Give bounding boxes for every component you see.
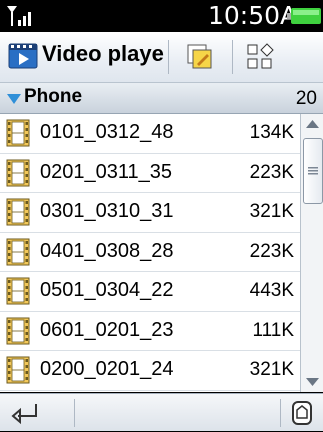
file-size: 223K <box>249 161 294 183</box>
video-file-icon <box>6 119 30 147</box>
file-size: 134K <box>249 122 294 143</box>
file-row[interactable]: 0101_0312_48 134K <box>0 114 300 154</box>
toolbar-divider <box>168 40 169 74</box>
grid-menu-icon <box>247 43 274 69</box>
file-row[interactable]: 0201_0311_35 223K <box>0 154 300 193</box>
scroll-up-icon[interactable] <box>301 114 323 136</box>
video-file-icon <box>6 356 30 384</box>
home-icon <box>292 401 312 425</box>
bottom-bar <box>0 393 323 431</box>
video-file-icon <box>6 317 30 344</box>
file-name: 0101_0312_48 <box>40 121 174 143</box>
video-player-icon <box>8 43 38 69</box>
file-row[interactable]: 0601_0201_23 111K <box>0 312 300 351</box>
home-button[interactable] <box>286 398 318 428</box>
file-row[interactable]: 0501_0304_22 443K <box>0 272 300 312</box>
video-file-icon <box>6 277 30 305</box>
edit-note-button[interactable] <box>180 38 220 76</box>
bottom-divider <box>74 399 75 427</box>
bottom-divider <box>280 399 281 427</box>
file-name: 0401_0308_28 <box>40 239 174 262</box>
app-title: Video playe <box>42 41 164 66</box>
file-count: 20 <box>295 88 317 109</box>
expand-arrow-icon <box>7 94 21 104</box>
file-list: 0101_0312_48 134K 0201_0311_35 223K 0301_031… <box>0 114 300 392</box>
video-file-icon <box>6 238 30 265</box>
signal-strength-icon <box>7 6 31 26</box>
note-edit-icon <box>187 44 212 69</box>
clock: 10:50A <box>208 1 298 30</box>
toolbar: Video playe <box>0 32 323 83</box>
back-button[interactable] <box>6 398 70 428</box>
battery-icon <box>287 8 321 24</box>
scrollbar[interactable] <box>300 114 323 392</box>
file-name: 0601_0201_23 <box>40 318 174 341</box>
file-size: 111K <box>252 319 294 341</box>
scroll-thumb[interactable] <box>303 138 323 204</box>
file-size: 223K <box>249 240 294 262</box>
file-name: 0301_0310_31 <box>40 200 174 222</box>
file-name: 0200_0201_24 <box>40 358 174 380</box>
video-file-icon <box>6 198 30 226</box>
status-bar: 10:50A <box>0 0 323 32</box>
file-name: 0501_0304_22 <box>40 279 174 301</box>
file-row[interactable]: 0301_0310_31 321K <box>0 193 300 233</box>
scroll-down-icon[interactable] <box>301 370 323 392</box>
section-label: Phone <box>24 86 83 107</box>
file-size: 321K <box>249 201 294 222</box>
storage-section-header[interactable]: Phone 20 <box>0 83 323 114</box>
file-name: 0201_0311_35 <box>40 160 172 183</box>
grid-menu-button[interactable] <box>240 38 280 76</box>
file-size: 443K <box>249 280 294 301</box>
back-arrow-icon <box>11 404 37 425</box>
video-file-icon <box>6 159 30 186</box>
toolbar-divider <box>232 40 233 74</box>
file-row[interactable]: 0200_0201_24 321K <box>0 351 300 391</box>
file-row[interactable]: 0401_0308_28 223K <box>0 233 300 272</box>
file-size: 321K <box>249 359 294 380</box>
